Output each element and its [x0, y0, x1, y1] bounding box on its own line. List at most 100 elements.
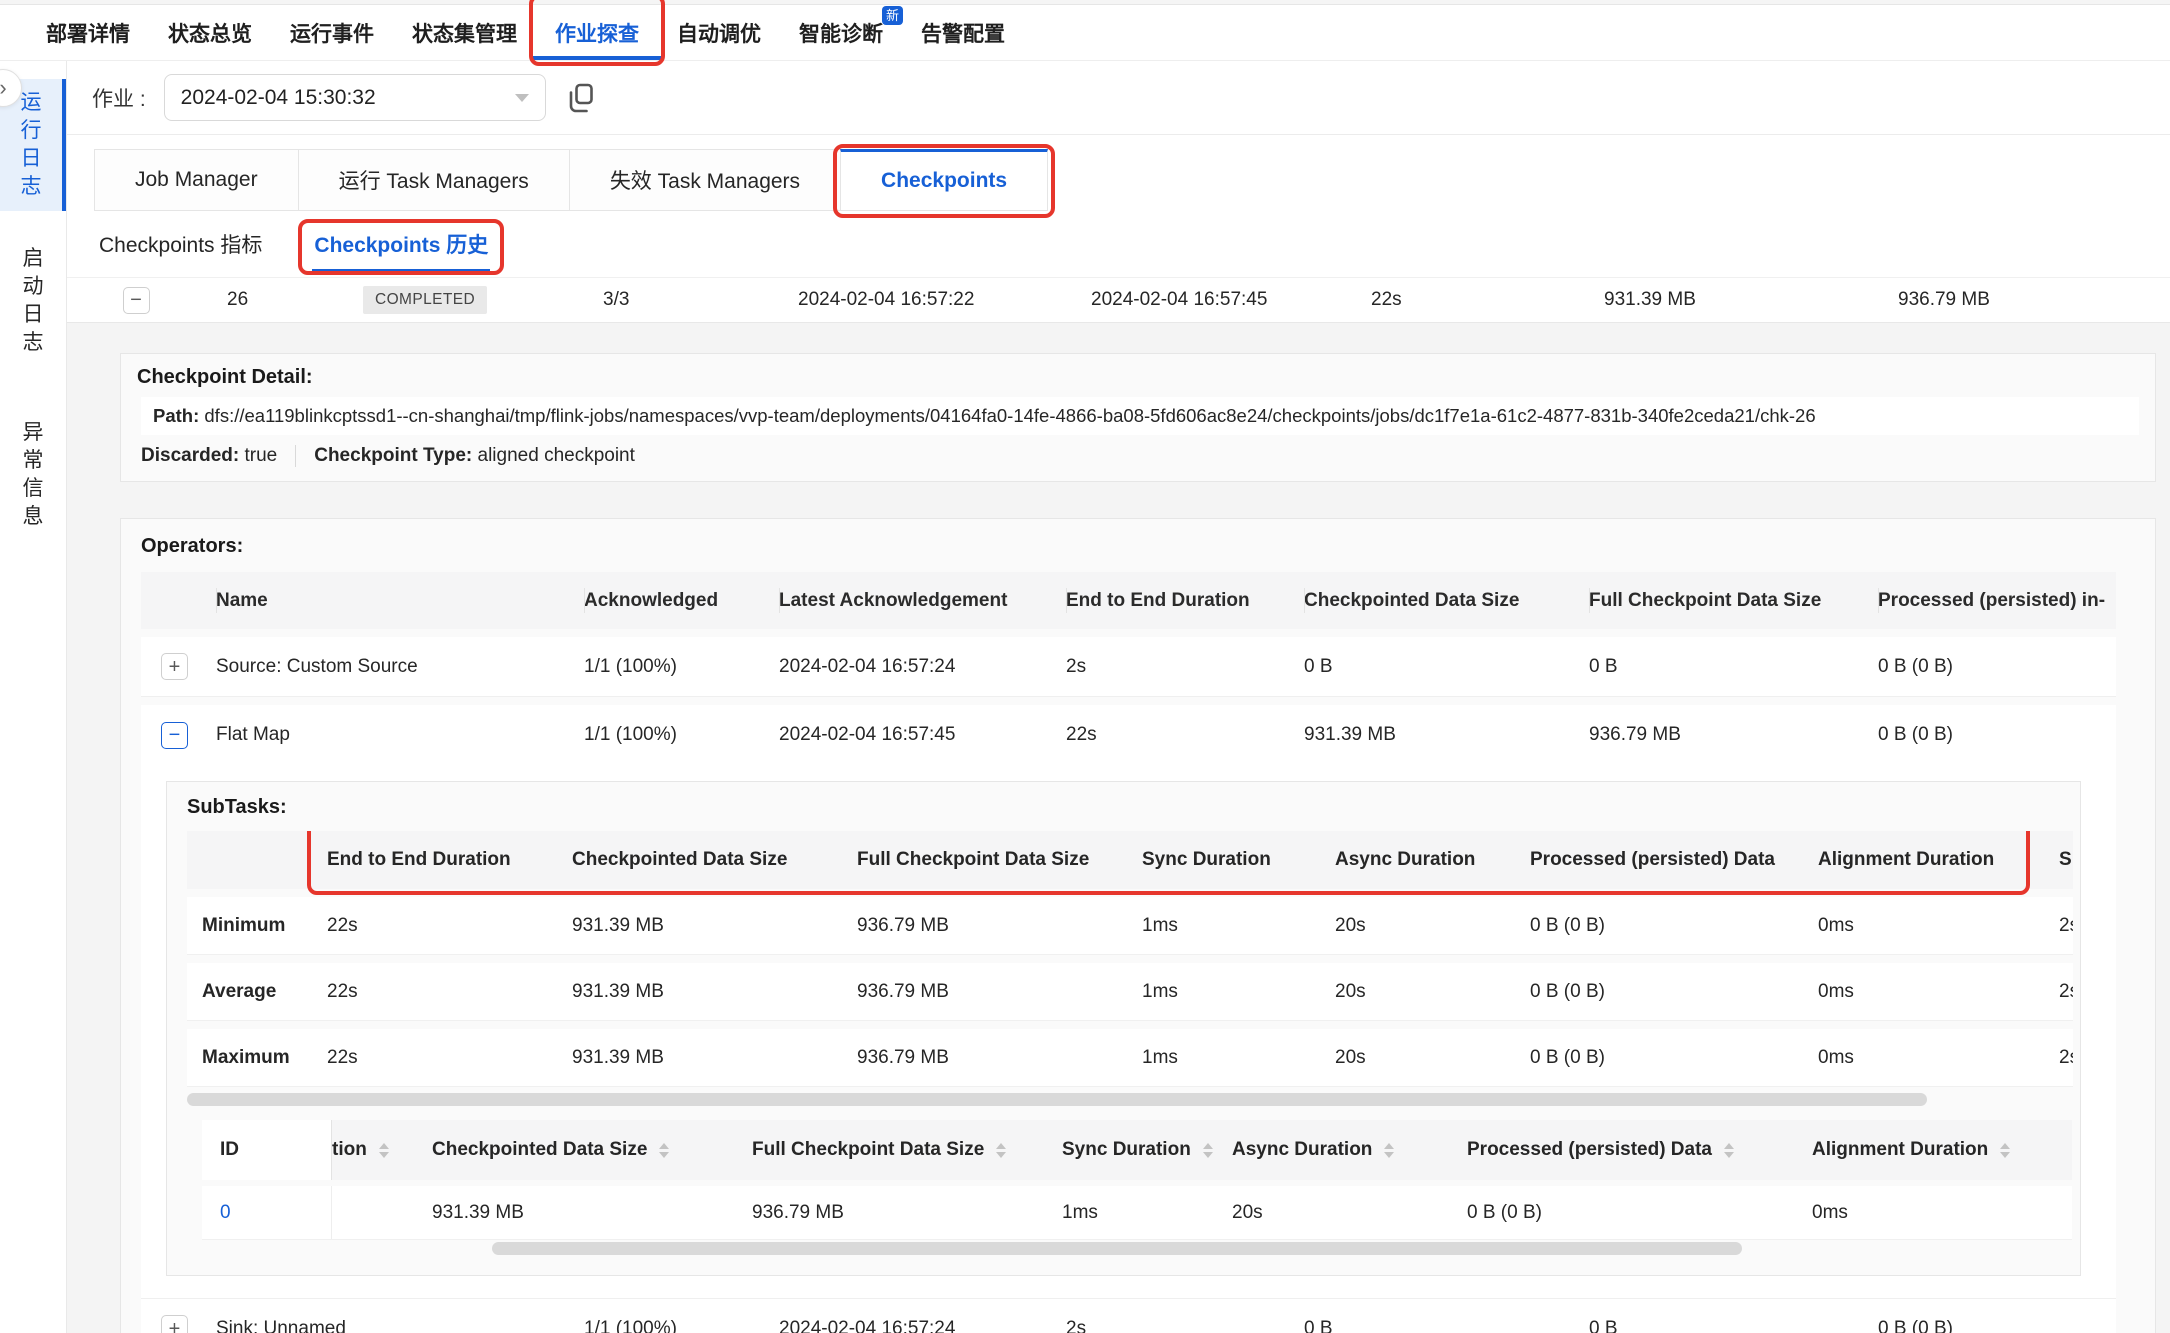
- header-text: Async Duration: [1232, 1139, 1372, 1161]
- checkpoint-path-row: Path: dfs://ea119blinkcptssd1--cn-shangh…: [141, 397, 2139, 435]
- horizontal-scrollbar-thumb[interactable]: [492, 1242, 1742, 1255]
- col-start-delay-clipped: S: [2059, 831, 2073, 889]
- expand-row-button[interactable]: +: [161, 653, 188, 680]
- collapse-row-button[interactable]: −: [161, 722, 188, 749]
- sidebar-item-label: 异常信息: [22, 419, 44, 531]
- operator-full-size: 936.79 MB: [1589, 724, 1878, 746]
- nav-tab-label: 状态总览: [168, 18, 252, 48]
- horizontal-scrollbar-thumb[interactable]: [187, 1093, 1927, 1106]
- tab-failed-task-managers[interactable]: 失效 Task Managers: [569, 149, 841, 211]
- nav-tab-intelligent-diagnosis[interactable]: 智能诊断 新: [799, 5, 883, 60]
- sort-icon: [1384, 1143, 1394, 1158]
- col-sync-duration[interactable]: Sync Duration: [1062, 1120, 1232, 1180]
- col-full-size[interactable]: Full Checkpoint Data Size: [752, 1120, 1062, 1180]
- path-label: Path:: [153, 405, 199, 426]
- col-async-duration[interactable]: Async Duration: [1232, 1120, 1467, 1180]
- sidebar-item-label: 运行日志: [20, 89, 42, 201]
- subtab-checkpoints-metrics[interactable]: Checkpoints 指标: [97, 221, 264, 277]
- job-label: 作业 :: [92, 83, 146, 113]
- nav-tab-deployment-detail[interactable]: 部署详情: [46, 5, 130, 60]
- header-text: Checkpointed Data Size: [432, 1139, 647, 1161]
- copy-button[interactable]: [568, 83, 595, 113]
- operator-acknowledged: 1/1 (100%): [584, 724, 779, 746]
- checkpoints-subtabs: Checkpoints 指标 Checkpoints 历史: [97, 221, 2170, 277]
- discarded-label: Discarded:: [141, 445, 239, 467]
- subtasks-header-row: End to End Duration Checkpointed Data Si…: [187, 831, 2073, 889]
- value-e2e: 22s: [327, 981, 572, 1003]
- detail-horizontal-scrollbar: [202, 1242, 2072, 1255]
- operator-processed: 0 B (0 B): [1878, 656, 2116, 678]
- subtasks-maximum-row: Maximum 22s 931.39 MB 936.79 MB 1ms 20s …: [187, 1029, 2073, 1087]
- checkpoint-e2e-duration: 22s: [1371, 289, 1604, 311]
- col-e2e-duration: End to End Duration: [1066, 572, 1304, 629]
- nav-tab-status-overview[interactable]: 状态总览: [168, 5, 252, 60]
- status-badge: COMPLETED: [363, 286, 487, 314]
- collapse-row-button[interactable]: −: [123, 287, 150, 314]
- value-full: 936.79 MB: [857, 915, 1142, 937]
- operator-e2e: 2s: [1066, 1318, 1304, 1333]
- vertical-divider: [295, 445, 296, 467]
- col-processed-data[interactable]: Processed (persisted) Data: [1467, 1120, 1812, 1180]
- col-checkpointed-size[interactable]: Checkpointed Data Size: [432, 1120, 752, 1180]
- nav-tab-label: 运行事件: [290, 18, 374, 48]
- operator-processed: 0 B (0 B): [1878, 1318, 2116, 1333]
- operator-row-source: + Source: Custom Source 1/1 (100%) 2024-…: [141, 637, 2116, 697]
- plus-icon: +: [169, 1319, 181, 1333]
- nav-tab-auto-tuning[interactable]: 自动调优: [677, 5, 761, 60]
- app-window: 部署详情 状态总览 运行事件 状态集管理 作业探查 自动调优 智能诊断 新 告警…: [0, 0, 2170, 1333]
- col-acknowledged: Acknowledged: [584, 572, 779, 629]
- nav-tab-alert-config[interactable]: 告警配置: [921, 5, 1005, 60]
- subtab-label: Checkpoints 指标: [99, 234, 262, 257]
- col-checkpointed-size: Checkpointed Data Size: [572, 831, 857, 889]
- operators-header-row: Name Acknowledged Latest Acknowledgement…: [141, 572, 2116, 629]
- tab-running-task-managers[interactable]: 运行 Task Managers: [298, 149, 570, 211]
- subtask-detail-header: ID tion Checkpointed Data Size: [202, 1120, 2072, 1180]
- expand-row-button[interactable]: +: [161, 1315, 188, 1333]
- nav-tab-label: 状态集管理: [412, 18, 517, 48]
- active-tab-underline: [531, 56, 663, 60]
- tab-checkpoints[interactable]: Checkpoints: [840, 149, 1048, 211]
- value-async: 20s: [1335, 1047, 1530, 1069]
- col-full-size: Full Checkpoint Data Size: [857, 831, 1142, 889]
- nav-tab-label: 自动调优: [677, 18, 761, 48]
- operator-full-size: 0 B: [1589, 1318, 1878, 1333]
- sidebar-item-label: 启动日志: [22, 245, 44, 357]
- operator-name: Sink: Unnamed: [216, 1318, 584, 1333]
- sort-icon: [379, 1143, 389, 1158]
- row-label: Minimum: [187, 915, 327, 937]
- tab-label: 失效 Task Managers: [610, 165, 800, 195]
- tab-job-manager[interactable]: Job Manager: [94, 149, 299, 211]
- nav-tab-run-events[interactable]: 运行事件: [290, 5, 374, 60]
- main-content: 作业 : 2024-02-04 15:30:32 Job Manager 运行 …: [67, 61, 2170, 1333]
- value-processed: 0 B (0 B): [1530, 1047, 1818, 1069]
- col-alignment-duration[interactable]: Alignment Duration: [1812, 1120, 2062, 1180]
- subtasks-minimum-row: Minimum 22s 931.39 MB 936.79 MB 1ms 20s …: [187, 897, 2073, 955]
- subtask-row-0: 0 931.39 MB 936.79 MB 1ms 20s 0 B (0 B) …: [202, 1186, 2072, 1240]
- job-select-dropdown[interactable]: 2024-02-04 15:30:32: [164, 74, 546, 121]
- row-label: Average: [187, 981, 327, 1003]
- operator-processed: 0 B (0 B): [1878, 724, 2116, 746]
- value-async: 20s: [1232, 1202, 1467, 1224]
- nav-tab-label: 告警配置: [921, 18, 1005, 48]
- col-e2e-duration-clipped[interactable]: tion: [332, 1120, 432, 1180]
- copy-icon: [568, 83, 595, 113]
- sidebar-item-exception-info[interactable]: 异常信息: [0, 409, 66, 541]
- nav-tab-job-exploration[interactable]: 作业探查: [555, 5, 639, 60]
- col-full-size: Full Checkpoint Data Size: [1589, 572, 1878, 629]
- subtask-id-link[interactable]: 0: [220, 1202, 231, 1224]
- summary-horizontal-scrollbar: [187, 1093, 2073, 1106]
- value-start-delay: 2s: [2059, 981, 2073, 1003]
- value-alignment: 0ms: [1812, 1202, 2062, 1224]
- subtasks-panel: SubTasks: End to End Duration Checkpoint…: [166, 781, 2081, 1276]
- operator-ckpt-size: 0 B: [1304, 656, 1589, 678]
- subtab-label: Checkpoints 历史: [314, 234, 488, 257]
- operator-acknowledged: 1/1 (100%): [584, 656, 779, 678]
- operator-latest-ack: 2024-02-04 16:57:24: [779, 656, 1066, 678]
- subtask-detail-table: ID tion Checkpointed Data Size: [202, 1120, 2072, 1259]
- nav-tab-stateset-management[interactable]: 状态集管理: [412, 5, 517, 60]
- caret-down-icon: [515, 94, 529, 102]
- col-alignment-duration: Alignment Duration: [1818, 831, 2059, 889]
- sidebar-item-startup-log[interactable]: 启动日志: [0, 235, 66, 367]
- manager-tabs: Job Manager 运行 Task Managers 失效 Task Man…: [95, 149, 2170, 211]
- subtab-checkpoints-history[interactable]: Checkpoints 历史: [312, 221, 490, 277]
